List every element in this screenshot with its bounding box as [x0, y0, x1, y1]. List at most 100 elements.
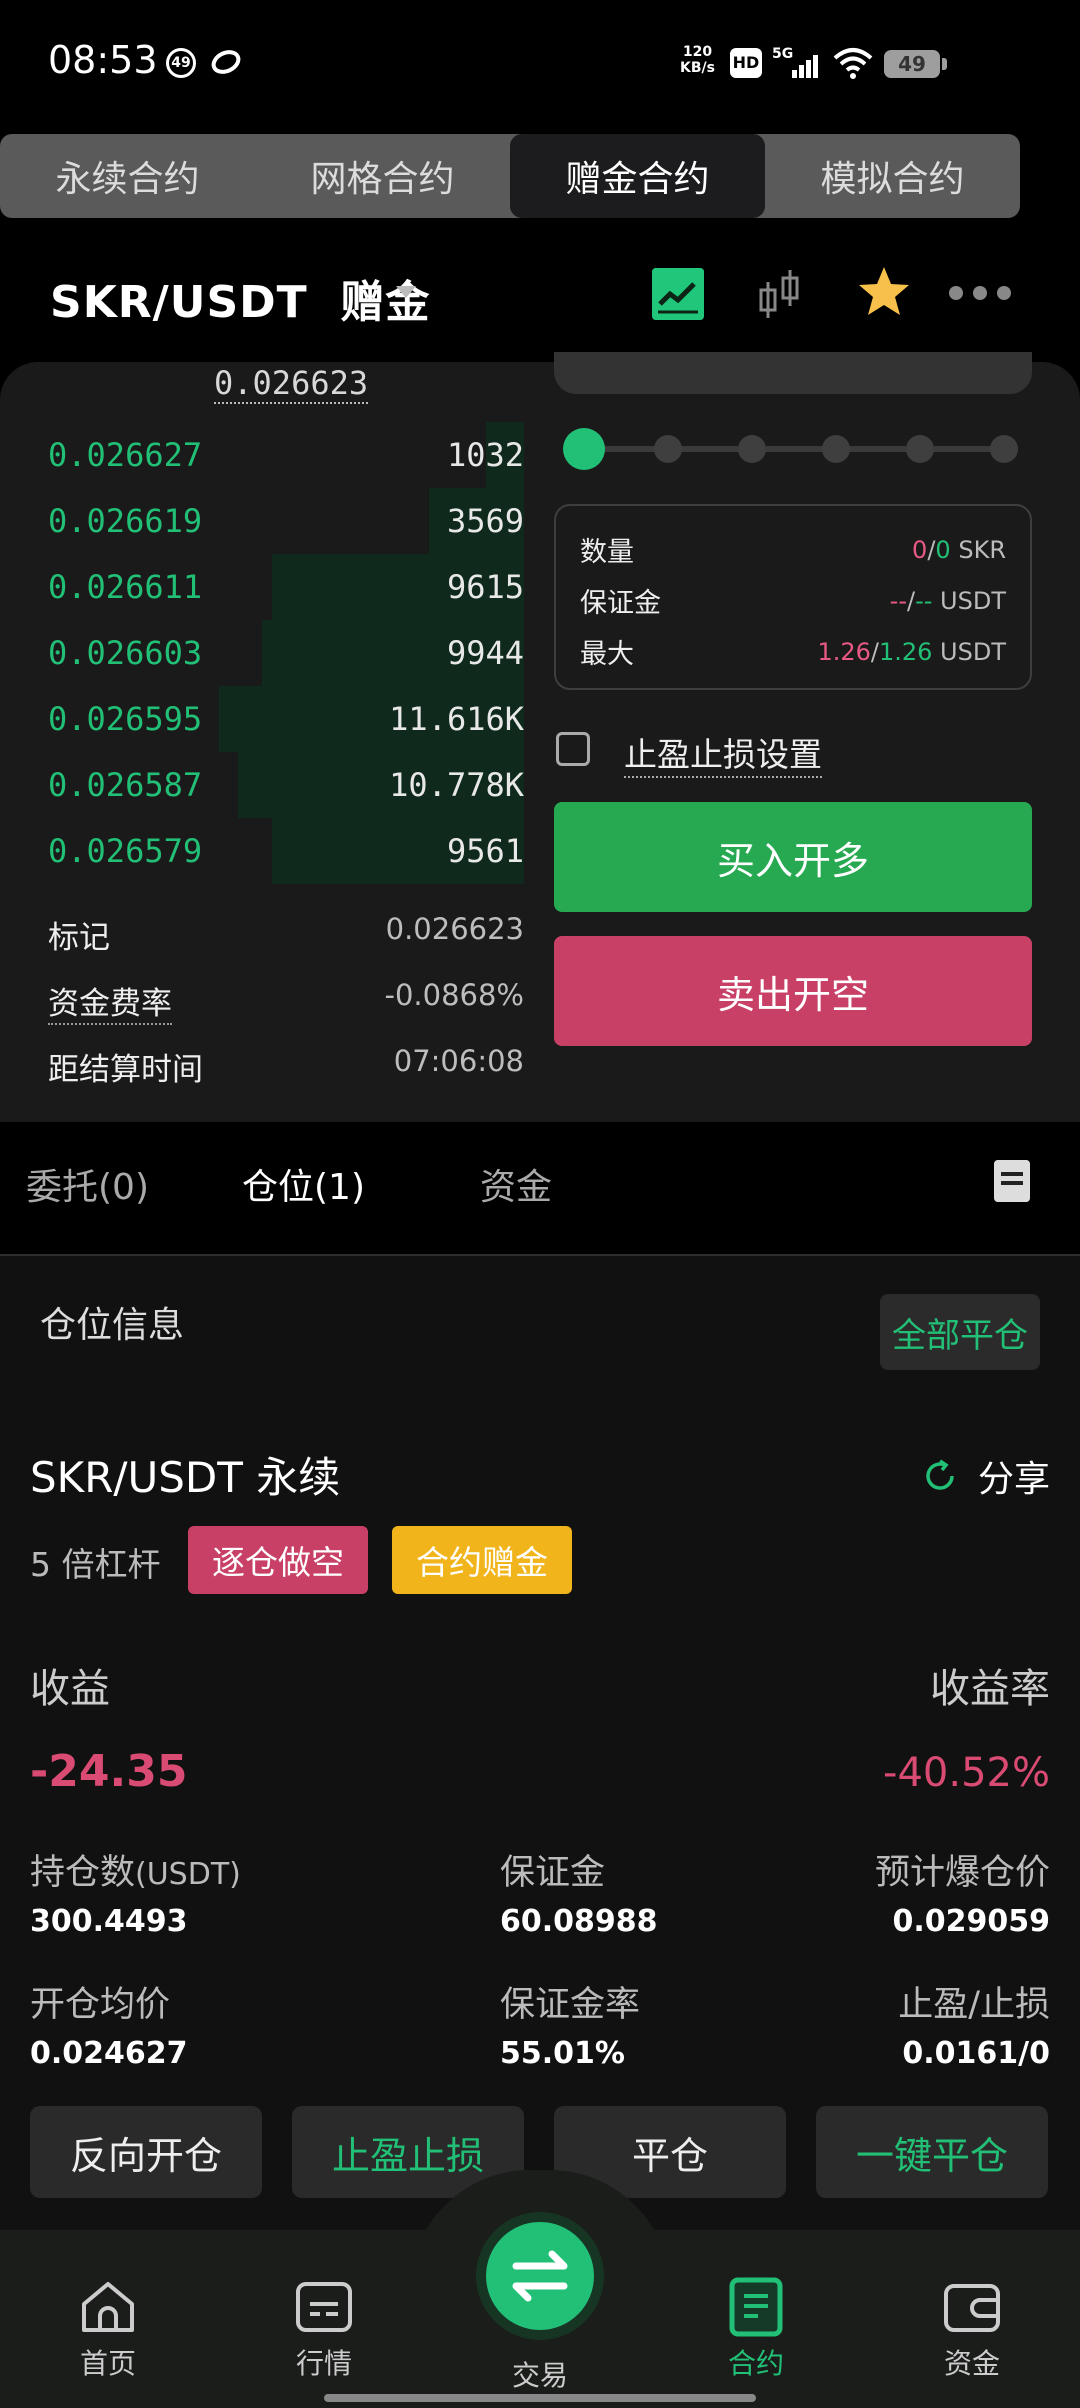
settlement-row: 距结算时间 07:06:08	[48, 1044, 524, 1089]
order-book-quantity: 3569	[446, 502, 524, 540]
max-a: 1.26	[817, 637, 871, 666]
home-indicator	[324, 2394, 756, 2402]
candlestick-icon[interactable]	[756, 268, 804, 322]
liquidation-price-value: 0.029059	[892, 1904, 1050, 1939]
one-click-close-button[interactable]: 一键平仓	[816, 2106, 1048, 2198]
reference-price[interactable]: 0.026623	[214, 364, 369, 404]
order-book-row[interactable]: 0.026603 9944	[48, 620, 524, 686]
nav-trade-label[interactable]: 交易	[460, 2354, 620, 2394]
pnl-label: 收益	[30, 1666, 110, 1712]
order-summary-box: 数量 0/0 SKR 保证金 --/-- USDT 最大 1.26/1.26 U…	[554, 504, 1032, 690]
cellular-signal-icon: 5G	[772, 46, 818, 78]
nav-home[interactable]: 首页	[28, 2274, 188, 2382]
reverse-open-button[interactable]: 反向开仓	[30, 2106, 262, 2198]
order-book-quantity: 9561	[446, 832, 524, 870]
tpsl-checkbox[interactable]	[556, 732, 590, 766]
nav-assets[interactable]: 资金	[892, 2274, 1052, 2382]
quantity-b: 0	[935, 535, 951, 564]
order-book-quantity: 11.616K	[389, 700, 524, 738]
favorite-star-icon[interactable]	[856, 264, 912, 320]
tpsl-value: 0.0161/0	[902, 2036, 1050, 2071]
network-type-label: 5G	[772, 46, 793, 62]
position-margin-label: 保证金	[500, 1853, 606, 1893]
home-icon	[82, 2282, 134, 2332]
market-icon	[296, 2282, 352, 2332]
max-row: 最大 1.26/1.26 USDT	[580, 626, 1006, 677]
tab-grid[interactable]: 网格合约	[255, 134, 510, 218]
tab-bonus[interactable]: 赠金合约	[510, 134, 765, 218]
tab-orders[interactable]: 委托(0)	[26, 1158, 149, 1210]
app-notification-icon	[211, 50, 241, 74]
share-icon[interactable]	[922, 1458, 958, 1494]
position-margin-value: 60.08988	[500, 1904, 658, 1939]
share-button[interactable]: 分享	[978, 1450, 1050, 1502]
contract-icon	[729, 2277, 783, 2337]
nav-market-label: 行情	[295, 2347, 352, 2380]
margin-a: --	[889, 586, 907, 615]
more-icon[interactable]	[948, 284, 1012, 302]
tpsl-settings-label[interactable]: 止盈止损设置	[624, 728, 822, 778]
order-book-row[interactable]: 0.026619 3569	[48, 488, 524, 554]
funding-rate-row: 资金费率 -0.0868%	[48, 978, 524, 1025]
position-pair: SKR/USDT 永续	[30, 1453, 341, 1502]
roi-value: -40.52%	[883, 1750, 1050, 1796]
slider-step[interactable]	[822, 435, 850, 463]
slider-step[interactable]	[906, 435, 934, 463]
sell-short-button[interactable]: 卖出开空	[554, 936, 1032, 1046]
close-all-button[interactable]: 全部平仓	[880, 1294, 1040, 1370]
tab-simulated[interactable]: 模拟合约	[765, 134, 1020, 218]
settlement-label: 距结算时间	[48, 1052, 203, 1088]
tab-perpetual[interactable]: 永续合约	[0, 134, 255, 218]
wifi-icon	[833, 48, 873, 79]
order-book-row[interactable]: 0.026611 9615	[48, 554, 524, 620]
nav-contract[interactable]: 合约	[676, 2274, 836, 2382]
order-book-row[interactable]: 0.026627 1032	[48, 422, 524, 488]
slider-step[interactable]	[654, 435, 682, 463]
order-book-row[interactable]: 0.026595 11.616K	[48, 686, 524, 752]
pair-selector[interactable]: SKR/USDT 赠金	[50, 266, 430, 330]
buy-long-button[interactable]: 买入开多	[554, 802, 1032, 912]
mark-price-label: 标记	[48, 920, 110, 956]
order-book-row[interactable]: 0.026587 10.778K	[48, 752, 524, 818]
order-book-price: 0.026579	[48, 832, 203, 870]
slider-step[interactable]	[738, 435, 766, 463]
caret-down-icon[interactable]	[396, 286, 416, 298]
position-size-value: 300.4493	[30, 1904, 188, 1939]
pair-mode: 赠金	[340, 277, 431, 328]
position-size-label: 持仓数(USDT)	[30, 1844, 241, 1895]
chart-icon[interactable]	[652, 268, 704, 320]
position-info-title: 仓位信息	[40, 1305, 185, 1346]
order-book-quantity: 1032	[446, 436, 524, 474]
battery-icon: 49	[884, 50, 947, 78]
hd-icon: HD	[730, 48, 762, 78]
mark-price-value: 0.026623	[385, 912, 524, 946]
wallet-icon	[944, 2284, 1000, 2332]
nav-contract-label: 合约	[727, 2347, 784, 2380]
document-icon[interactable]	[994, 1160, 1030, 1202]
trade-button[interactable]	[486, 2222, 594, 2330]
order-book-quantity: 10.778K	[389, 766, 524, 804]
funding-rate-label[interactable]: 资金费率	[48, 978, 172, 1025]
order-book-row[interactable]: 0.026579 9561	[48, 818, 524, 884]
notification-badge-icon: 49	[166, 48, 196, 78]
amount-input[interactable]	[554, 352, 1032, 394]
tab-funds[interactable]: 资金	[480, 1158, 552, 1210]
quantity-unit: SKR	[958, 535, 1006, 564]
leverage-slider[interactable]	[563, 428, 1018, 470]
isolated-short-badge: 逐仓做空	[188, 1526, 368, 1594]
tpsl-label: 止盈/止损	[898, 1985, 1050, 2025]
leverage-label: 5 倍杠杆	[30, 1545, 161, 1584]
order-book: 0.026627 1032 0.026619 3569 0.026611 9615 0.02…	[48, 422, 524, 884]
swap-arrows-icon	[512, 2250, 568, 2302]
mark-price-row: 标记 0.026623	[48, 912, 524, 957]
slider-thumb[interactable]	[563, 428, 605, 470]
contract-type-tabs: 永续合约 网格合约 赠金合约 模拟合约	[0, 134, 1020, 218]
order-book-quantity: 9944	[446, 634, 524, 672]
order-book-price: 0.026603	[48, 634, 203, 672]
tab-positions[interactable]: 仓位(1)	[242, 1158, 365, 1210]
max-b: 1.26	[878, 637, 933, 666]
slider-step[interactable]	[990, 435, 1018, 463]
margin-b: --	[915, 586, 933, 615]
entry-price-value: 0.024627	[30, 2036, 188, 2071]
nav-market[interactable]: 行情	[244, 2274, 404, 2382]
